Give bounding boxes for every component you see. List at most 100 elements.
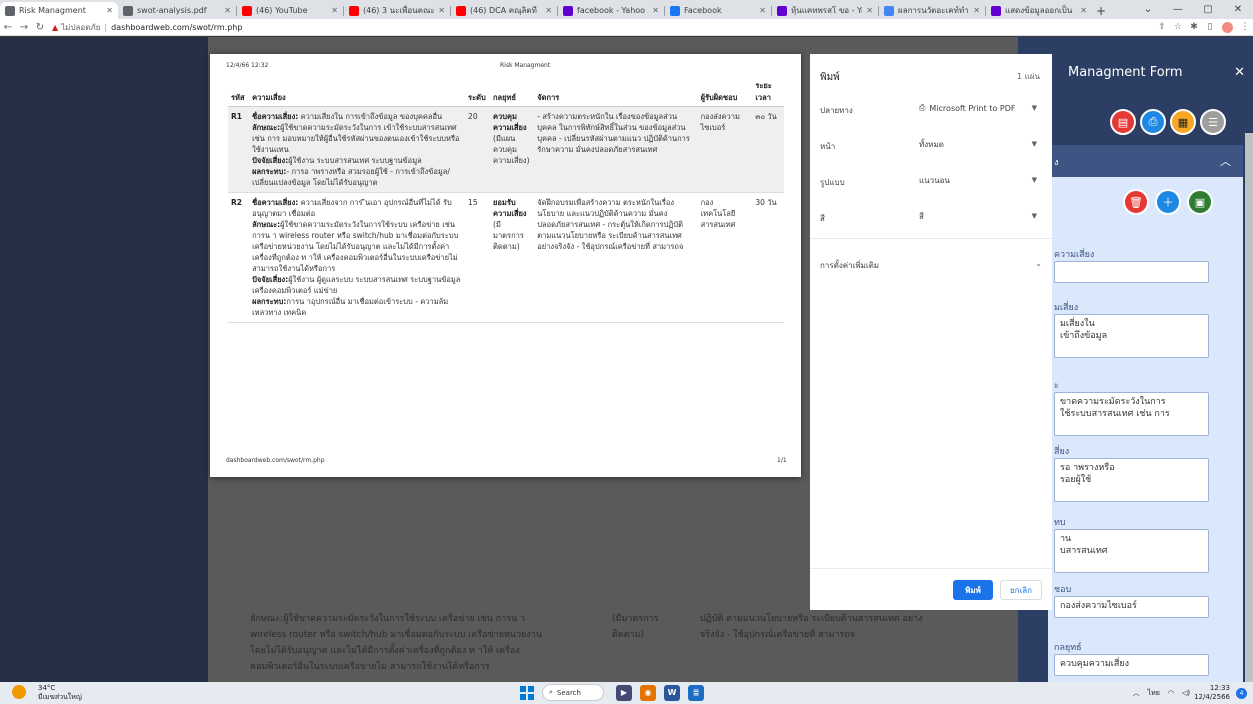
form-scrollbar[interactable] (1245, 133, 1253, 704)
weather-icon[interactable] (12, 685, 26, 699)
system-tray: ︿ ไทย ◠ ◁) 12:33 12/4/2566 4 (1129, 684, 1247, 702)
more-settings-label: การตั้งค่าเพิ่มเติม (820, 261, 880, 270)
forward-icon[interactable]: → (16, 19, 32, 36)
notification-badge[interactable]: 4 (1236, 687, 1247, 699)
pages-select[interactable]: ทั้งหมด ▼ (915, 134, 1041, 154)
form-field-input[interactable]: าน บสารสนเทศ (1054, 529, 1209, 573)
side-panel-icon[interactable]: ▯ (1202, 20, 1218, 34)
browser-tab[interactable]: (46) 3 นะเพื่อนคณะบ ✕ (344, 2, 450, 19)
app-icon[interactable]: ≣ (688, 684, 704, 701)
chevron-up-icon[interactable]: ︿ (1220, 153, 1231, 169)
volume-icon[interactable]: ◁) (1182, 689, 1190, 697)
excel-export-icon[interactable]: ▦ (1170, 109, 1196, 135)
section-label: ง (1054, 158, 1059, 168)
chrome-icon[interactable]: ◉ (640, 684, 656, 701)
language-indicator[interactable]: ไทย (1148, 688, 1160, 699)
browser-tab[interactable]: หุ้นแคทพรสโ ขอ - Yah ✕ (772, 2, 878, 19)
cancel-button[interactable]: ยกเลิก (1000, 580, 1042, 600)
save-icon[interactable]: ▣ (1187, 189, 1213, 215)
print-icon[interactable]: ⎙ (1140, 109, 1166, 135)
wifi-icon[interactable]: ◠ (1168, 689, 1174, 697)
share-icon[interactable]: ⇪ (1154, 20, 1170, 34)
col-level: ระดับ (465, 78, 491, 107)
teams-icon[interactable]: ▶ (616, 684, 632, 701)
tab-close-icon[interactable]: ✕ (545, 6, 552, 15)
tab-search-icon[interactable]: ⌄ (1133, 0, 1163, 19)
address-bar[interactable]: ▲ ไม่ปลอดภัย | dashboardweb.com/swot/rm.… (52, 21, 242, 34)
tab-close-icon[interactable]: ✕ (106, 6, 113, 15)
destination-select[interactable]: ⎙ Microsoft Print to PDF ▼ (915, 98, 1041, 118)
back-icon[interactable]: ← (0, 19, 16, 36)
form-field-input[interactable]: รอ าพรางหรือ รอยผู้ใช้ (1054, 458, 1209, 502)
form-field-input[interactable]: กองส่งความไซเบอร์ (1054, 596, 1209, 618)
tab-favicon-icon (242, 5, 252, 16)
tab-close-icon[interactable]: ✕ (866, 6, 873, 15)
restore-icon[interactable]: ▢ (1193, 0, 1223, 19)
tab-favicon-icon (991, 5, 1001, 16)
bookmark-star-icon[interactable]: ☆ (1170, 20, 1186, 34)
clock-date: 12/4/2566 (1194, 693, 1230, 701)
caret-down-icon: ▼ (1031, 140, 1037, 148)
form-field-input[interactable]: ควบคุมความเสี่ยง (1054, 654, 1209, 676)
tab-favicon-icon (777, 5, 787, 16)
browser-tab[interactable]: Facebook ✕ (665, 2, 771, 19)
tab-close-icon[interactable]: ✕ (652, 6, 659, 15)
form-close-icon[interactable]: ✕ (1234, 65, 1245, 80)
clock[interactable]: 12:33 12/4/2566 (1194, 684, 1230, 702)
word-icon[interactable]: W (664, 684, 680, 701)
form-field-input[interactable]: มเสี่ยงใน เข้าถึงข้อมูล (1054, 314, 1209, 358)
browser-tab[interactable]: swot-analysis.pdf ✕ (118, 2, 236, 19)
extensions-icon[interactable]: ✱ (1186, 20, 1202, 34)
minimize-icon[interactable]: — (1163, 0, 1193, 19)
browser-tab[interactable]: แสดงข้อมูลออกเป็น ✕ (986, 2, 1092, 19)
risk-name-label: ชื่อความเสี่ยง: (252, 112, 299, 121)
layout-select[interactable]: แนวนอน ▼ (915, 170, 1041, 190)
pages-label: หน้า (820, 142, 836, 151)
tab-close-icon[interactable]: ✕ (1080, 6, 1087, 15)
form-field-input[interactable] (1054, 261, 1209, 283)
browser-tab[interactable]: facebook - Yahoo ✕ (558, 2, 664, 19)
tab-close-icon[interactable]: ✕ (973, 6, 980, 15)
add-icon[interactable]: ＋ (1155, 189, 1181, 215)
menu-kebab-icon[interactable]: ⋮ (1237, 20, 1253, 34)
form-section-header[interactable]: ง ︿ (1048, 145, 1243, 177)
tab-close-icon[interactable]: ✕ (224, 6, 231, 15)
bg-line: ติดตาม) (612, 630, 645, 640)
form-field-label: ะ (1054, 381, 1059, 391)
more-settings-toggle[interactable]: การตั้งค่าเพิ่มเติม ⌄ (820, 259, 1042, 272)
tab-close-icon[interactable]: ✕ (331, 6, 338, 15)
profile-avatar[interactable] (1222, 21, 1233, 33)
reload-icon[interactable]: ↻ (32, 19, 48, 36)
tab-favicon-icon (5, 5, 15, 16)
tab-close-icon[interactable]: ✕ (759, 6, 766, 15)
strategy: ควบคุมความเสี่ยง (493, 112, 527, 132)
form-field-input[interactable]: ขาดความระมัดระวังในการ ใช้ระบบสารสนเทศ เ… (1054, 392, 1209, 436)
windows-start-icon[interactable] (520, 685, 534, 700)
new-tab-button[interactable]: + (1092, 2, 1110, 19)
bg-line: โดยไม่ได้รับอนุญาต และไม่ได้มีการตั้งค่า… (250, 646, 520, 656)
browser-tab[interactable]: (46) YouTube ✕ (237, 2, 343, 19)
tray-chevron-icon[interactable]: ︿ (1133, 688, 1140, 698)
browser-tab[interactable]: ผลการนวัตอะเคท์ทำะ ✕ (879, 2, 985, 19)
delete-icon[interactable]: 🗑 (1123, 189, 1149, 215)
col-duration: ระยะ เวลา (752, 78, 784, 107)
close-window-icon[interactable]: ✕ (1223, 0, 1253, 19)
print-title: พิมพ์ (820, 72, 840, 83)
cell-risk: ชื่อความเสี่ยง: ความเสี่ยงใน การเข้าถึงข… (249, 106, 466, 193)
tab-title: (46) 3 นะเพื่อนคณะบ (363, 6, 435, 15)
weather-widget[interactable]: 34°C มีเมฆส่วนใหญ่ (38, 684, 82, 702)
strategy-note: (มีมาตรการติดตาม) (493, 220, 524, 251)
cell-risk: ชื่อความเสี่ยง: ความเสี่ยงจาก การ ีนเอา … (249, 192, 466, 323)
taskbar-search[interactable]: ⌕ Search (542, 684, 604, 701)
list-icon[interactable]: ☰ (1200, 109, 1226, 135)
sheet-footer-url: dashboardweb.com/swot/rm.php (226, 457, 325, 464)
pdf-export-icon[interactable]: ▤ (1110, 109, 1136, 135)
color-select[interactable]: สี ▼ (915, 206, 1041, 226)
print-button[interactable]: พิมพ์ (953, 580, 993, 600)
browser-tab[interactable]: (46) DCA คณุลิตที ✕ (451, 2, 557, 19)
tab-close-icon[interactable]: ✕ (438, 6, 445, 15)
caret-down-icon: ▼ (1031, 212, 1037, 220)
browser-tab[interactable]: Risk Managment ✕ (0, 2, 118, 19)
cell-level: 15 (465, 192, 491, 323)
sheet-footer-page: 1/1 (777, 457, 787, 464)
